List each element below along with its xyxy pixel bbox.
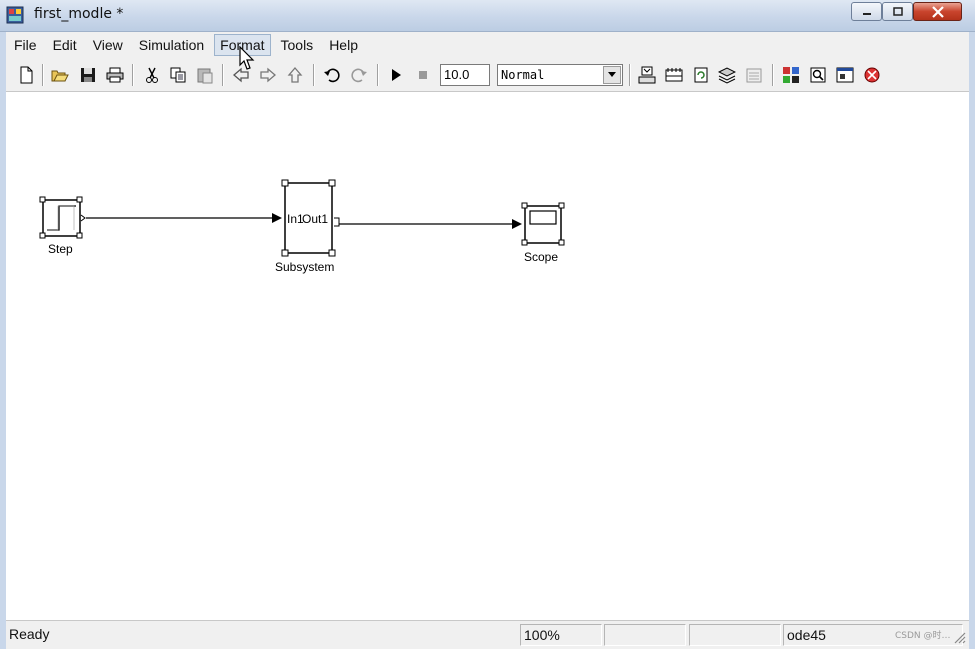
subsystem-block[interactable]: In1 Out1 <box>281 179 340 257</box>
mouse-cursor-icon <box>239 46 255 70</box>
step-block[interactable] <box>39 196 83 239</box>
status-bar: Ready 100% ode45 <box>6 620 969 649</box>
scope-block[interactable] <box>521 202 565 246</box>
diagram-layer: In1 Out1 <box>39 179 565 257</box>
selection-handle[interactable] <box>328 249 336 257</box>
resize-grip-icon[interactable] <box>952 630 966 644</box>
selection-handle[interactable] <box>521 202 528 209</box>
status-cell-empty <box>689 624 781 646</box>
selection-handle[interactable] <box>39 196 46 203</box>
scope-block-label[interactable]: Scope <box>524 250 558 264</box>
subsystem-block-label[interactable]: Subsystem <box>275 260 334 274</box>
selection-handle[interactable] <box>328 179 336 187</box>
zoom-level: 100% <box>520 624 602 646</box>
watermark-text: CSDN @时… <box>895 631 951 641</box>
signal-line-step-to-subsystem[interactable] <box>80 213 282 223</box>
status-text: Ready <box>9 626 50 642</box>
signal-line-subsystem-to-scope[interactable] <box>339 219 522 229</box>
selection-handle[interactable] <box>281 249 289 257</box>
selection-handle[interactable] <box>281 179 289 187</box>
selection-handle[interactable] <box>521 239 528 246</box>
selection-handle[interactable] <box>76 196 83 203</box>
selection-handle[interactable] <box>558 202 565 209</box>
selection-handle[interactable] <box>76 232 83 239</box>
selection-handle[interactable] <box>39 232 46 239</box>
subsystem-out-port-label: Out1 <box>302 212 328 226</box>
step-block-label[interactable]: Step <box>48 242 73 256</box>
status-cell-empty <box>604 624 686 646</box>
selection-handle[interactable] <box>558 239 565 246</box>
